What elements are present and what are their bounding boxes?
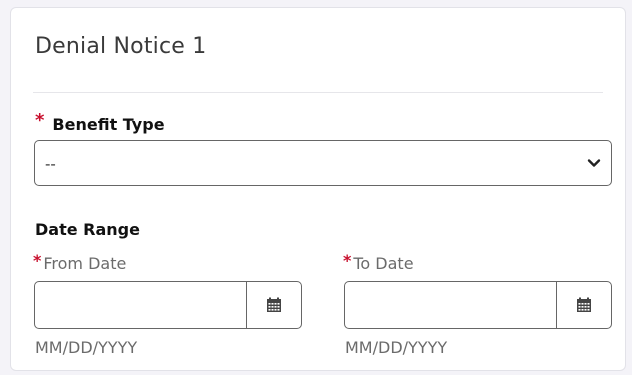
benefit-type-label: * Benefit Type [35, 110, 165, 135]
to-date-input[interactable] [345, 282, 558, 328]
benefit-type-label-text: Benefit Type [52, 115, 165, 134]
to-date-format-hint: MM/DD/YYYY [345, 338, 448, 357]
from-date-calendar-button[interactable] [246, 282, 301, 328]
title-divider [33, 92, 603, 93]
calendar-icon [267, 297, 281, 312]
to-date-calendar-button[interactable] [556, 282, 611, 328]
from-date-input[interactable] [35, 282, 248, 328]
to-date-group [344, 281, 612, 329]
benefit-type-select[interactable]: -- [34, 140, 612, 186]
benefit-type-selected-value: -- [45, 155, 56, 173]
from-date-label: * From Date [33, 251, 127, 273]
to-date-label-text: To Date [353, 254, 414, 273]
from-date-format-hint: MM/DD/YYYY [35, 338, 138, 357]
to-date-label: * To Date [343, 251, 414, 273]
from-date-label-text: From Date [43, 254, 127, 273]
date-range-label: Date Range [35, 220, 140, 239]
from-date-group [34, 281, 302, 329]
calendar-icon [577, 297, 591, 312]
denial-notice-card: Denial Notice 1 * Benefit Type -- Date Ra… [10, 7, 626, 371]
required-asterisk: * [33, 251, 42, 270]
chevron-down-icon [587, 159, 601, 167]
card-title: Denial Notice 1 [35, 34, 207, 59]
required-asterisk: * [35, 110, 45, 131]
required-asterisk: * [343, 251, 352, 270]
